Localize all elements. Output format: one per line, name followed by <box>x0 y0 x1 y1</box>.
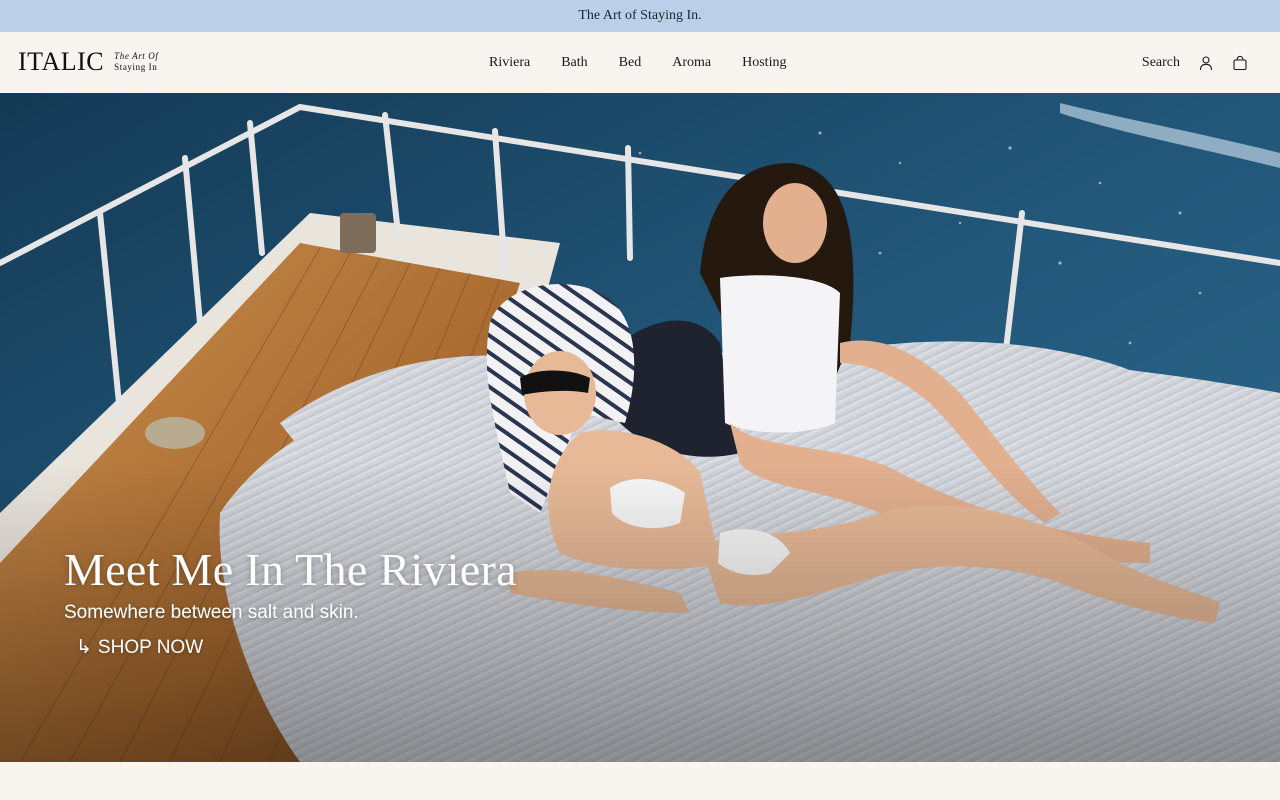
nav-item-aroma[interactable]: Aroma <box>672 55 711 71</box>
hero-subtitle: Somewhere between salt and skin. <box>64 602 359 623</box>
below-fold-area <box>0 762 1280 800</box>
nav-item-bath[interactable]: Bath <box>561 55 587 71</box>
brand-tagline-line2: Staying In <box>114 62 158 72</box>
main-nav: Riviera Bath Bed Aroma Hosting <box>489 32 786 93</box>
shopping-bag-icon[interactable] <box>1232 55 1248 71</box>
header-actions: Search <box>1142 32 1248 93</box>
nav-item-riviera[interactable]: Riviera <box>489 55 530 71</box>
hero-banner[interactable]: Meet Me In The Riviera Somewhere between… <box>0 93 1280 762</box>
user-icon[interactable] <box>1198 55 1214 71</box>
return-arrow-icon: ↳ <box>76 637 92 658</box>
hero-title: Meet Me In The Riviera <box>64 544 517 595</box>
brand-logo[interactable]: ITALIC The Art Of Staying In <box>18 48 158 76</box>
hero-content: Meet Me In The Riviera Somewhere between… <box>64 542 517 659</box>
announcement-text: The Art of Staying In. <box>578 8 702 23</box>
hero-image <box>0 93 1280 762</box>
nav-item-bed[interactable]: Bed <box>619 55 642 71</box>
shop-now-button[interactable]: ↳ SHOP NOW <box>76 636 203 659</box>
site-header: ITALIC The Art Of Staying In Riviera Bat… <box>0 32 1280 93</box>
search-link[interactable]: Search <box>1142 55 1180 71</box>
announcement-bar: The Art of Staying In. <box>0 0 1280 32</box>
shop-now-label: SHOP NOW <box>97 636 204 658</box>
brand-tagline: The Art Of Staying In <box>114 51 158 73</box>
nav-item-hosting[interactable]: Hosting <box>742 55 786 71</box>
brand-name: ITALIC <box>18 47 105 76</box>
brand-tagline-line1: The Art Of <box>114 51 159 61</box>
